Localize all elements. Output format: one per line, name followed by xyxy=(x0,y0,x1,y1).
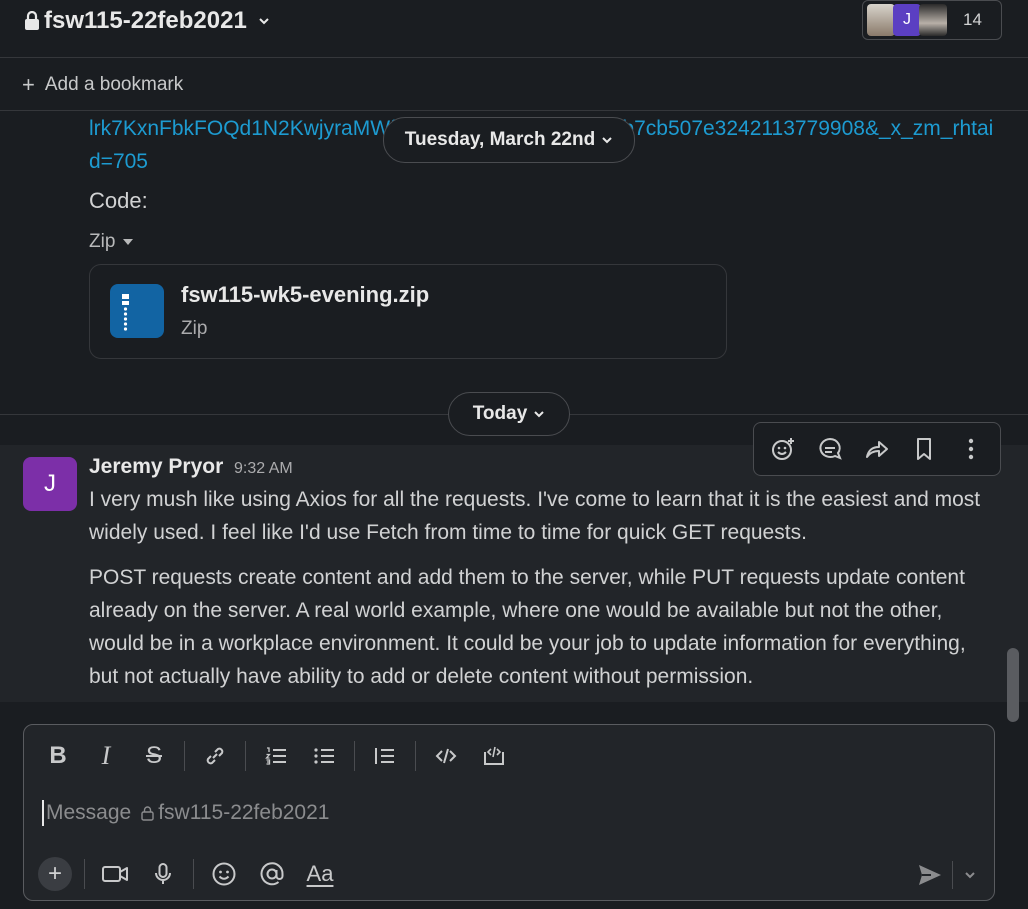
message-composer: B I S Message fsw115-22feb2021 + Aa xyxy=(23,724,995,901)
attachment-kind: Zip xyxy=(89,231,116,252)
members-button[interactable]: J 14 xyxy=(862,0,1002,40)
bulleted-list-icon xyxy=(314,748,334,764)
video-icon xyxy=(102,866,128,882)
at-mention-icon xyxy=(260,862,284,886)
text-format-label: Aa xyxy=(306,861,334,886)
code-label: Code: xyxy=(89,188,148,213)
send-icon xyxy=(919,865,941,885)
toolbar-divider xyxy=(245,741,246,771)
scrollbar[interactable] xyxy=(1007,648,1019,722)
message-timestamp[interactable]: 9:32 AM xyxy=(234,460,293,478)
toolbar-divider xyxy=(84,859,85,889)
date-divider-label: Today xyxy=(472,403,528,424)
ordered-list-button[interactable] xyxy=(258,738,294,774)
attach-button[interactable]: + xyxy=(38,857,72,891)
message-author[interactable]: Jeremy Pryor xyxy=(89,455,223,479)
placeholder-prefix: Message xyxy=(46,801,132,824)
video-clip-button[interactable] xyxy=(97,856,133,892)
message-body: I very mush like using Axios for all the… xyxy=(89,483,994,702)
date-divider-label: Tuesday, March 22nd xyxy=(404,129,596,150)
blockquote-icon xyxy=(375,748,394,764)
emoji-button[interactable] xyxy=(206,856,242,892)
message-paragraph: POST requests create content and add the… xyxy=(89,566,966,688)
file-attachment[interactable]: fsw115-wk5-evening.zip Zip xyxy=(89,264,727,359)
message-placeholder: Message fsw115-22feb2021 xyxy=(46,801,329,825)
add-reaction-icon[interactable] xyxy=(768,434,798,464)
member-avatar xyxy=(919,4,947,36)
reply-in-thread-icon[interactable] xyxy=(815,434,845,464)
message-input[interactable]: Message fsw115-22feb2021 xyxy=(42,795,942,831)
date-divider-button[interactable]: Tuesday, March 22nd xyxy=(383,117,635,163)
caret-down-icon xyxy=(123,238,134,246)
mention-button[interactable] xyxy=(254,856,290,892)
chevron-down-icon xyxy=(601,134,613,146)
share-icon[interactable] xyxy=(862,434,892,464)
bulleted-list-button[interactable] xyxy=(306,738,342,774)
toolbar-divider xyxy=(184,741,185,771)
toolbar-divider xyxy=(952,861,953,889)
italic-button[interactable]: I xyxy=(88,738,124,774)
text-caret xyxy=(42,800,44,826)
audio-clip-button[interactable] xyxy=(145,856,181,892)
channel-header: fsw115-22feb2021 J 14 xyxy=(0,0,1028,58)
member-count: 14 xyxy=(963,10,982,29)
text-format-button[interactable]: Aa xyxy=(302,856,338,892)
toolbar-divider xyxy=(354,741,355,771)
member-avatar: J xyxy=(893,4,921,36)
avatar[interactable]: J xyxy=(23,457,77,511)
message-paragraph: I very mush like using Axios for all the… xyxy=(89,488,981,544)
add-bookmark-button[interactable]: + Add a bookmark xyxy=(0,59,1028,111)
link-icon xyxy=(206,747,224,765)
plus-icon: + xyxy=(22,71,35,97)
chevron-down-icon xyxy=(257,14,271,28)
microphone-icon xyxy=(155,863,171,884)
attachment-toggle[interactable]: Zip xyxy=(89,231,134,253)
lock-icon xyxy=(24,11,40,31)
file-type: Zip xyxy=(181,318,208,339)
blockquote-button[interactable] xyxy=(367,738,403,774)
toolbar-divider xyxy=(415,741,416,771)
chevron-down-icon xyxy=(965,872,975,879)
toolbar-divider xyxy=(193,859,194,889)
lock-icon xyxy=(141,805,154,821)
emoji-icon xyxy=(212,862,236,886)
code-block-button[interactable] xyxy=(476,738,512,774)
zip-file-icon xyxy=(110,284,164,338)
ordered-list-icon xyxy=(265,747,286,765)
code-block-icon xyxy=(484,746,504,765)
channel-name: fsw115-22feb2021 xyxy=(44,7,247,34)
add-bookmark-label: Add a bookmark xyxy=(44,73,184,95)
code-icon xyxy=(435,748,457,764)
file-name: fsw115-wk5-evening.zip xyxy=(181,282,430,307)
composer-actions: + Aa xyxy=(24,849,994,899)
member-avatar xyxy=(867,4,895,36)
chevron-down-icon xyxy=(533,408,545,420)
today-divider-button[interactable]: Today xyxy=(448,392,570,436)
send-button[interactable] xyxy=(912,857,948,893)
channel-name-button[interactable]: fsw115-22feb2021 xyxy=(24,6,271,36)
bold-button[interactable]: B xyxy=(40,738,76,774)
link-button[interactable] xyxy=(197,738,233,774)
formatting-toolbar: B I S xyxy=(24,725,994,787)
message-list[interactable]: lrk7KxnFbkFOQd1N2KwjyraMWfmd9995017fdf19… xyxy=(0,112,1028,702)
message-actions-toolbar xyxy=(753,422,1001,476)
placeholder-channel: fsw115-22feb2021 xyxy=(158,801,330,824)
strikethrough-button[interactable]: S xyxy=(136,738,172,774)
more-actions-icon[interactable] xyxy=(956,434,986,464)
schedule-send-button[interactable] xyxy=(956,857,984,893)
code-button[interactable] xyxy=(428,738,464,774)
bookmark-icon[interactable] xyxy=(909,434,939,464)
